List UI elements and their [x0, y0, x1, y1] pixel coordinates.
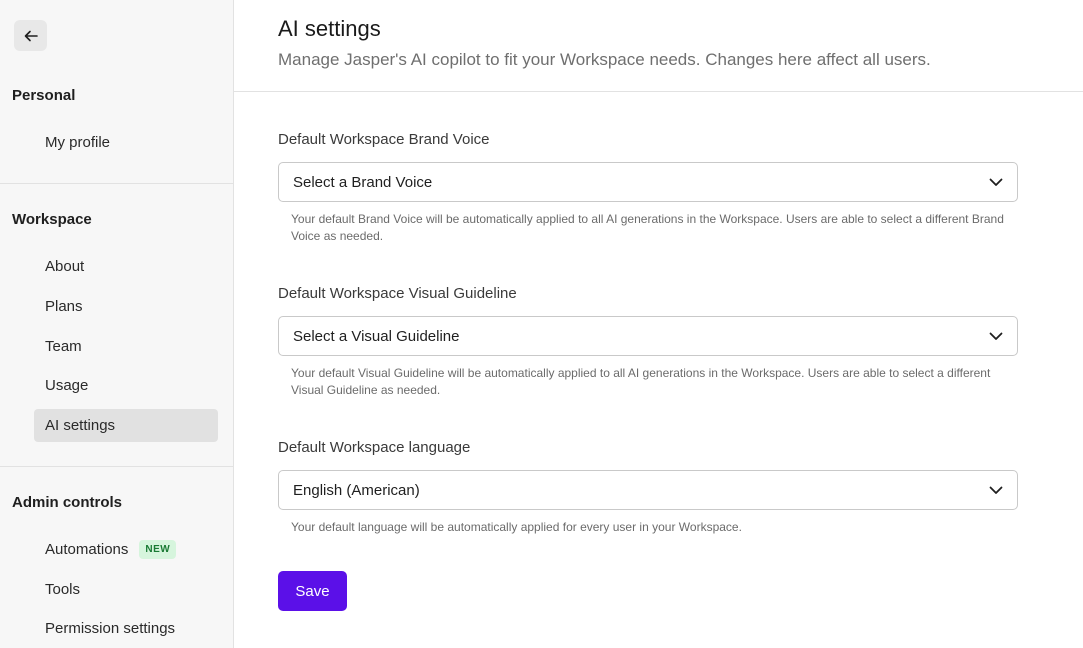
page-subtitle: Manage Jasper's AI copilot to fit your W… — [278, 50, 931, 69]
brand-voice-select[interactable]: Select a Brand Voice — [278, 162, 1018, 202]
sidebar-item-label: Plans — [45, 298, 83, 315]
sidebar-item-label: Permission settings — [45, 620, 176, 637]
sidebar-item-tools[interactable]: Tools — [34, 573, 218, 606]
sidebar-item-permission-settings[interactable]: Permission settings — [34, 612, 218, 645]
visual-guideline-select[interactable]: Select a Visual Guideline — [278, 316, 1018, 356]
sidebar-item-label: Tools — [45, 581, 81, 598]
sidebar-item-automations[interactable]: Automations NEW — [34, 533, 218, 566]
sidebar-item-label: My profile — [45, 134, 111, 151]
back-button[interactable] — [14, 20, 47, 51]
sidebar-item-usage[interactable]: Usage — [34, 369, 218, 402]
save-button[interactable]: Save — [278, 571, 347, 611]
sidebar-item-team[interactable]: Team — [34, 330, 218, 363]
visual-guideline-select-value: Select a Visual Guideline — [293, 327, 460, 345]
brand-voice-label: Default Workspace Brand Voice — [278, 131, 490, 148]
sidebar-divider — [0, 466, 233, 467]
section-title-personal: Personal — [12, 87, 76, 104]
sidebar-item-label: Automations — [45, 541, 129, 558]
brand-voice-help: Your default Brand Voice will be automat… — [291, 212, 1004, 243]
sidebar-item-label: Team — [45, 338, 82, 355]
page-header: AI settings Manage Jasper's AI copilot t… — [234, 0, 1083, 92]
language-label: Default Workspace language — [278, 439, 471, 456]
new-badge: NEW — [139, 540, 177, 559]
sidebar-item-label: About — [45, 258, 85, 275]
chevron-down-icon — [989, 332, 1003, 340]
language-select[interactable]: English (American) — [278, 470, 1018, 510]
section-title-workspace: Workspace — [12, 211, 92, 228]
sidebar-item-label: Usage — [45, 377, 89, 394]
language-help: Your default language will be automatica… — [291, 520, 742, 534]
settings-sidebar: Personal My profile Workspace About Plan… — [0, 0, 234, 648]
sidebar-item-label: AI settings — [45, 417, 116, 434]
sidebar-divider — [0, 183, 233, 184]
page-title: AI settings — [278, 16, 381, 41]
visual-guideline-help: Your default Visual Guideline will be au… — [291, 366, 991, 397]
visual-guideline-label: Default Workspace Visual Guideline — [278, 285, 517, 302]
chevron-down-icon — [989, 178, 1003, 186]
chevron-down-icon — [989, 486, 1003, 494]
arrow-left-icon — [24, 30, 38, 41]
sidebar-item-plans[interactable]: Plans — [34, 290, 218, 323]
brand-voice-select-value: Select a Brand Voice — [293, 173, 433, 191]
section-title-admin-controls: Admin controls — [12, 494, 123, 511]
sidebar-item-about[interactable]: About — [34, 250, 218, 283]
sidebar-item-my-profile[interactable]: My profile — [34, 126, 218, 159]
main-content: AI settings Manage Jasper's AI copilot t… — [234, 0, 1083, 648]
language-select-value: English (American) — [293, 481, 420, 499]
sidebar-item-ai-settings[interactable]: AI settings — [34, 409, 218, 442]
